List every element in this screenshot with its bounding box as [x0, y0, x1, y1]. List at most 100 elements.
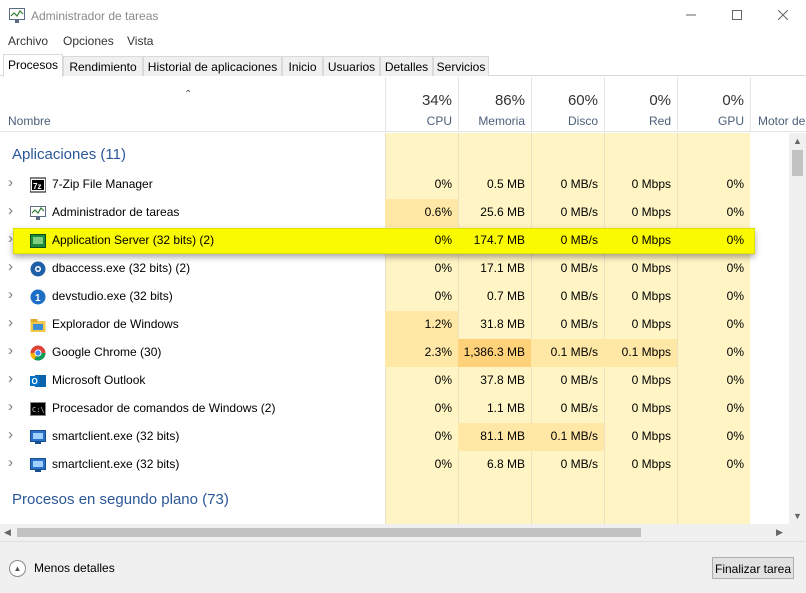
horizontal-scrollbar[interactable]: ◀ ▶ — [0, 524, 789, 541]
process-row[interactable]: › Google Chrome (30) 2.3% 1,386.3 MB 0.1 MB/… — [0, 339, 789, 367]
net-label: Red — [648, 114, 671, 128]
close-button[interactable] — [760, 0, 806, 30]
cell-disk: 0 MB/s — [560, 205, 598, 219]
cell-mem: 17.1 MB — [480, 261, 525, 275]
svg-text:7z: 7z — [33, 182, 41, 191]
cell-disk: 0 MB/s — [560, 261, 598, 275]
process-name: smartclient.exe (32 bits) — [52, 457, 180, 471]
cell-cpu: 0% — [434, 373, 452, 387]
process-row[interactable]: › smartclient.exe (32 bits) 0% 6.8 MB 0 MB/s… — [0, 451, 789, 479]
dbaccess-icon — [30, 261, 46, 277]
tab-strip: Procesos Rendimiento Historial de aplica… — [0, 54, 806, 77]
cell-mem: 1,386.3 MB — [458, 339, 531, 367]
menu-archivo[interactable]: Archivo — [8, 34, 48, 48]
process-name: Procesador de comandos de Windows (2) — [52, 401, 276, 415]
expand-chevron-icon[interactable]: › — [8, 454, 13, 471]
minimize-button[interactable] — [668, 0, 714, 30]
cell-disk: 0.1 MB/s — [531, 339, 604, 367]
cell-net: 0 Mbps — [631, 429, 671, 443]
process-row[interactable]: › Administrador de tareas 0.6% 25.6 MB 0 MB/… — [0, 199, 789, 227]
process-row[interactable]: › dbaccess.exe (32 bits) (2) 0% 17.1 MB 0 MB… — [0, 255, 789, 283]
horizontal-scroll-thumb[interactable] — [17, 528, 641, 537]
svg-text:1: 1 — [35, 293, 41, 304]
expand-chevron-icon[interactable]: › — [8, 230, 13, 247]
cpu-label: CPU — [426, 114, 452, 128]
expand-chevron-icon[interactable]: › — [8, 342, 13, 359]
tab-procesos[interactable]: Procesos — [3, 54, 63, 77]
cell-mem: 1.1 MB — [486, 401, 525, 415]
cell-disk: 0 MB/s — [560, 317, 598, 331]
mem-label: Memoria — [478, 114, 525, 128]
process-name: Explorador de Windows — [52, 317, 179, 331]
scroll-down-icon[interactable]: ▼ — [793, 511, 802, 521]
menu-opciones[interactable]: Opciones — [63, 34, 114, 48]
cell-cpu: 1.2% — [385, 311, 458, 339]
process-row[interactable]: › O Microsoft Outlook 0% 37.8 MB 0 MB/s 0 Mbps… — [0, 367, 789, 395]
vertical-scroll-thumb[interactable] — [792, 150, 803, 176]
less-details-label[interactable]: Menos detalles — [34, 561, 115, 575]
gpu-label: GPU — [717, 114, 744, 128]
process-row[interactable]: › smartclient.exe (32 bits) 0% 81.1 MB 0.1 M… — [0, 423, 789, 451]
tab-rendimiento[interactable]: Rendimiento — [63, 56, 143, 76]
cell-mem: 0.5 MB — [486, 177, 525, 191]
cell-gpu: 0% — [726, 429, 744, 443]
tab-detalles[interactable]: Detalles — [380, 56, 433, 76]
vertical-scrollbar[interactable]: ▲ ▼ — [789, 133, 806, 524]
column-nombre[interactable]: Nombre — [8, 114, 51, 128]
gpu-total: 0% — [722, 92, 744, 109]
expand-chevron-icon[interactable]: › — [8, 286, 13, 303]
expand-chevron-icon[interactable]: › — [8, 398, 13, 415]
process-row[interactable]: › Explorador de Windows 1.2% 31.8 MB 0 MB/s 0… — [0, 311, 789, 339]
expand-chevron-icon[interactable]: › — [8, 258, 13, 275]
cell-gpu: 0% — [726, 177, 744, 191]
column-memoria[interactable]: 86% Memoria — [458, 77, 531, 132]
column-disco[interactable]: 60% Disco — [531, 77, 604, 132]
cell-cpu: 0.6% — [385, 199, 458, 227]
expand-chevron-icon[interactable]: › — [8, 370, 13, 387]
cmd-icon: C:\ — [30, 402, 46, 416]
expand-chevron-icon[interactable]: › — [8, 202, 13, 219]
end-task-button[interactable]: Finalizar tarea — [712, 557, 794, 579]
process-row[interactable]: › 7z 7-Zip File Manager 0% 0.5 MB 0 MB/s 0 Mbp… — [0, 171, 789, 199]
cell-mem: 174.7 MB — [473, 233, 525, 247]
expand-chevron-icon[interactable]: › — [8, 426, 13, 443]
cell-cpu: 2.3% — [385, 339, 458, 367]
group-aplicaciones: Aplicaciones (11) — [12, 146, 126, 163]
process-list: Aplicaciones (11) › 7z 7-Zip File Manager 0… — [0, 133, 789, 524]
scroll-right-icon[interactable]: ▶ — [776, 527, 783, 538]
title-bar: Administrador de tareas — [0, 0, 806, 32]
menu-vista[interactable]: Vista — [127, 34, 153, 48]
cell-net: 0 Mbps — [631, 205, 671, 219]
explorer-icon — [30, 319, 46, 332]
cell-gpu: 0% — [726, 317, 744, 331]
cell-net: 0 Mbps — [631, 317, 671, 331]
tab-historial[interactable]: Historial de aplicaciones — [143, 56, 282, 76]
minimize-icon — [686, 14, 696, 16]
less-details-button[interactable]: ▲ — [9, 560, 26, 577]
cell-mem: 37.8 MB — [480, 373, 525, 387]
cell-gpu: 0% — [726, 401, 744, 415]
tab-usuarios[interactable]: Usuarios — [323, 56, 380, 76]
cell-disk: 0.1 MB/s — [531, 423, 604, 451]
column-red[interactable]: 0% Red — [604, 77, 677, 132]
scroll-up-icon[interactable]: ▲ — [793, 136, 802, 146]
process-name: Application Server (32 bits) (2) — [52, 233, 215, 247]
process-row[interactable]: › C:\ Procesador de comandos de Windows (2… — [0, 395, 789, 423]
column-gpu[interactable]: 0% GPU — [677, 77, 750, 132]
column-cpu[interactable]: 34% CPU — [385, 77, 458, 132]
expand-chevron-icon[interactable]: › — [8, 174, 13, 191]
expand-chevron-icon[interactable]: › — [8, 314, 13, 331]
smartclient-icon — [30, 458, 46, 472]
process-row[interactable]: › Application Server (32 bits) (2) 0% 174.7… — [0, 227, 789, 255]
tab-servicios[interactable]: Servicios — [433, 56, 489, 76]
maximize-button[interactable] — [714, 0, 760, 30]
cell-gpu: 0% — [726, 373, 744, 387]
tab-inicio[interactable]: Inicio — [282, 56, 323, 76]
cell-gpu: 0% — [726, 289, 744, 303]
column-motor[interactable]: Motor de — [750, 77, 806, 132]
process-name: Microsoft Outlook — [52, 373, 146, 387]
scroll-left-icon[interactable]: ◀ — [4, 527, 11, 538]
cpu-total: 34% — [421, 92, 452, 109]
cell-net: 0 Mbps — [631, 401, 671, 415]
process-row[interactable]: › 1 devstudio.exe (32 bits) 0% 0.7 MB 0 MB/s 0… — [0, 283, 789, 311]
